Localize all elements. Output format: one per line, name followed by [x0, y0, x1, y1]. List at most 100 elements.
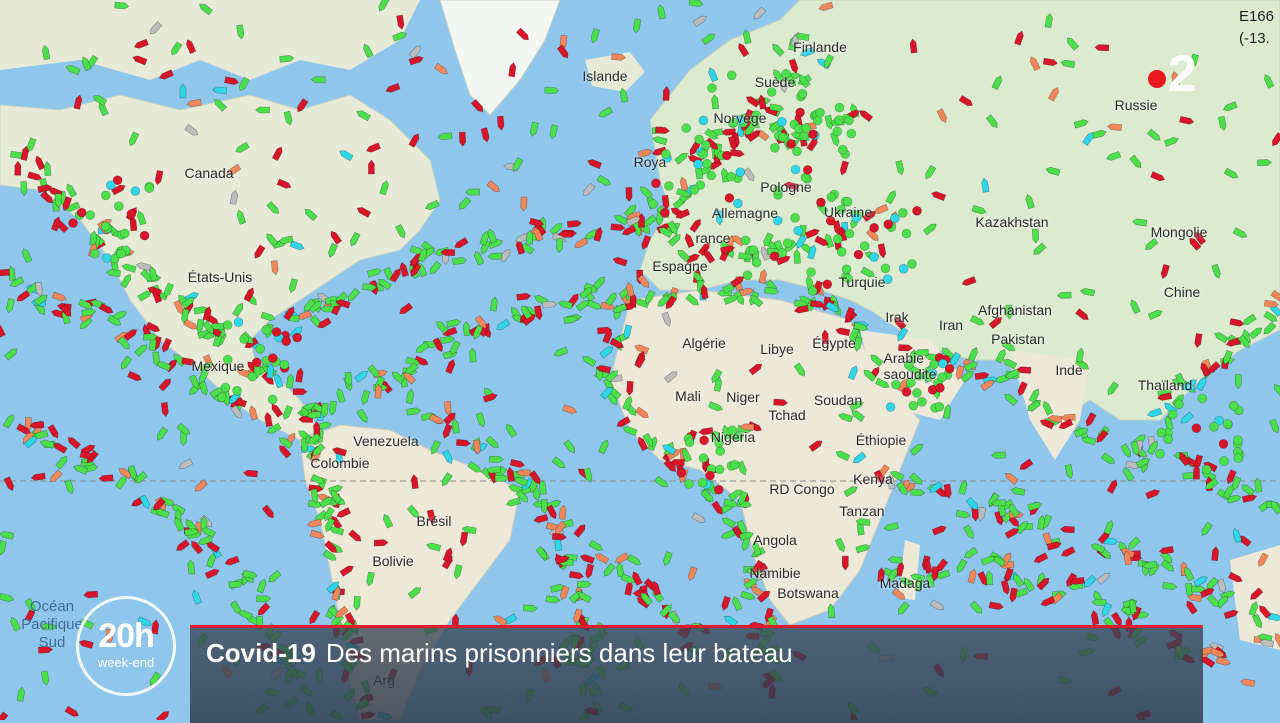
anchored-ship-icon[interactable] — [822, 279, 833, 290]
anchored-ship-icon[interactable] — [777, 132, 788, 143]
anchored-ship-icon[interactable] — [217, 392, 227, 403]
anchored-ship-icon[interactable] — [833, 115, 844, 125]
anchored-ship-icon[interactable] — [908, 400, 919, 411]
anchored-ship-icon[interactable] — [726, 171, 736, 182]
anchored-ship-icon[interactable] — [106, 180, 116, 191]
anchored-ship-icon[interactable] — [832, 126, 843, 137]
anchored-ship-icon[interactable] — [102, 253, 112, 263]
anchored-ship-icon[interactable] — [676, 467, 687, 478]
anchored-ship-icon[interactable] — [832, 234, 843, 244]
anchored-ship-icon[interactable] — [130, 186, 141, 196]
anchored-ship-icon[interactable] — [944, 363, 955, 374]
anchored-ship-icon[interactable] — [706, 170, 717, 181]
anchored-ship-icon[interactable] — [684, 479, 694, 489]
anchored-ship-icon[interactable] — [100, 221, 111, 232]
anchored-ship-icon[interactable] — [247, 371, 258, 382]
anchored-ship-icon[interactable] — [1155, 448, 1165, 459]
anchored-ship-icon[interactable] — [912, 388, 922, 398]
anchored-ship-icon[interactable] — [114, 201, 124, 211]
anchored-ship-icon[interactable] — [271, 327, 282, 337]
anchored-ship-icon[interactable] — [724, 193, 735, 203]
anchored-ship-icon[interactable] — [267, 394, 278, 405]
anchored-ship-icon[interactable] — [693, 159, 703, 169]
anchored-ship-icon[interactable] — [890, 213, 900, 223]
anchored-ship-icon[interactable] — [786, 139, 796, 149]
anchored-ship-icon[interactable] — [261, 324, 272, 335]
anchored-ship-icon[interactable] — [901, 387, 912, 397]
anchored-ship-icon[interactable] — [698, 115, 709, 126]
anchored-ship-icon[interactable] — [255, 343, 266, 354]
anchored-ship-icon[interactable] — [139, 230, 150, 241]
anchored-ship-icon[interactable] — [144, 183, 155, 193]
anchored-ship-icon[interactable] — [844, 228, 855, 239]
anchored-ship-icon[interactable] — [1163, 434, 1173, 445]
anchored-ship-icon[interactable] — [281, 336, 292, 347]
anchored-ship-icon[interactable] — [934, 401, 945, 412]
anchored-ship-icon[interactable] — [844, 115, 854, 126]
anchored-ship-icon[interactable] — [935, 383, 945, 393]
anchored-ship-icon[interactable] — [694, 134, 704, 145]
anchored-ship-icon[interactable] — [698, 149, 708, 159]
anchored-ship-icon[interactable] — [126, 209, 137, 219]
anchored-ship-icon[interactable] — [239, 334, 249, 344]
anchored-ship-icon[interactable] — [1228, 400, 1239, 411]
anchored-ship-icon[interactable] — [684, 437, 695, 448]
anchored-ship-icon[interactable] — [651, 178, 661, 189]
anchored-ship-icon[interactable] — [279, 359, 290, 370]
anchored-ship-icon[interactable] — [1218, 439, 1229, 449]
anchored-ship-icon[interactable] — [697, 477, 708, 488]
anchored-ship-icon[interactable] — [1174, 399, 1184, 410]
anchored-ship-icon[interactable] — [853, 249, 864, 260]
anchored-ship-icon[interactable] — [1233, 435, 1243, 446]
anchored-ship-icon[interactable] — [664, 181, 674, 191]
anchored-ship-icon[interactable] — [898, 208, 908, 218]
anchored-ship-icon[interactable] — [885, 402, 896, 412]
anchored-ship-icon[interactable] — [698, 453, 709, 463]
anchored-ship-icon[interactable] — [807, 286, 818, 296]
anchored-ship-icon[interactable] — [267, 353, 278, 363]
anchored-ship-icon[interactable] — [777, 117, 787, 127]
anchored-ship-icon[interactable] — [707, 83, 717, 93]
anchored-ship-icon[interactable] — [232, 385, 242, 396]
anchored-ship-icon[interactable] — [815, 107, 825, 118]
anchored-ship-icon[interactable] — [802, 165, 813, 175]
anchored-ship-icon[interactable] — [826, 192, 837, 202]
anchored-ship-icon[interactable] — [846, 128, 857, 139]
anchored-ship-icon[interactable] — [681, 123, 692, 133]
anchored-ship-icon[interactable] — [901, 228, 912, 239]
anchored-ship-icon[interactable] — [101, 190, 111, 201]
anchored-ship-icon[interactable] — [790, 213, 800, 223]
anchored-ship-icon[interactable] — [1233, 453, 1244, 463]
anchored-ship-icon[interactable] — [702, 158, 712, 169]
anchored-ship-icon[interactable] — [233, 317, 244, 327]
anchored-ship-icon[interactable] — [937, 372, 947, 383]
anchored-ship-icon[interactable] — [715, 446, 726, 456]
anchored-ship-icon[interactable] — [116, 248, 126, 259]
anchored-ship-icon[interactable] — [120, 228, 130, 239]
anchored-ship-icon[interactable] — [1197, 393, 1208, 404]
anchored-ship-icon[interactable] — [220, 382, 231, 393]
anchored-ship-icon[interactable] — [797, 89, 808, 99]
anchored-ship-icon[interactable] — [748, 245, 759, 255]
anchored-ship-icon[interactable] — [907, 259, 917, 269]
anchored-ship-icon[interactable] — [1222, 419, 1233, 429]
anchored-ship-icon[interactable] — [76, 207, 87, 218]
anchored-ship-icon[interactable] — [770, 143, 780, 153]
anchored-ship-icon[interactable] — [837, 144, 848, 155]
anchored-ship-icon[interactable] — [1191, 423, 1202, 434]
anchored-ship-icon[interactable] — [726, 70, 737, 81]
anchored-ship-icon[interactable] — [869, 252, 879, 262]
anchored-ship-icon[interactable] — [742, 270, 753, 281]
anchored-ship-icon[interactable] — [729, 459, 740, 470]
anchored-ship-icon[interactable] — [85, 210, 95, 220]
anchored-ship-icon[interactable] — [792, 146, 802, 157]
anchored-ship-icon[interactable] — [648, 199, 658, 209]
anchored-ship-icon[interactable] — [689, 185, 700, 195]
anchored-ship-icon[interactable] — [898, 263, 909, 274]
tanker-ship-icon[interactable] — [0, 268, 11, 277]
anchored-ship-icon[interactable] — [735, 167, 746, 177]
anchored-ship-icon[interactable] — [714, 464, 725, 475]
anchored-ship-icon[interactable] — [222, 320, 233, 330]
anchored-ship-icon[interactable] — [869, 223, 879, 233]
anchored-ship-icon[interactable] — [912, 206, 922, 216]
